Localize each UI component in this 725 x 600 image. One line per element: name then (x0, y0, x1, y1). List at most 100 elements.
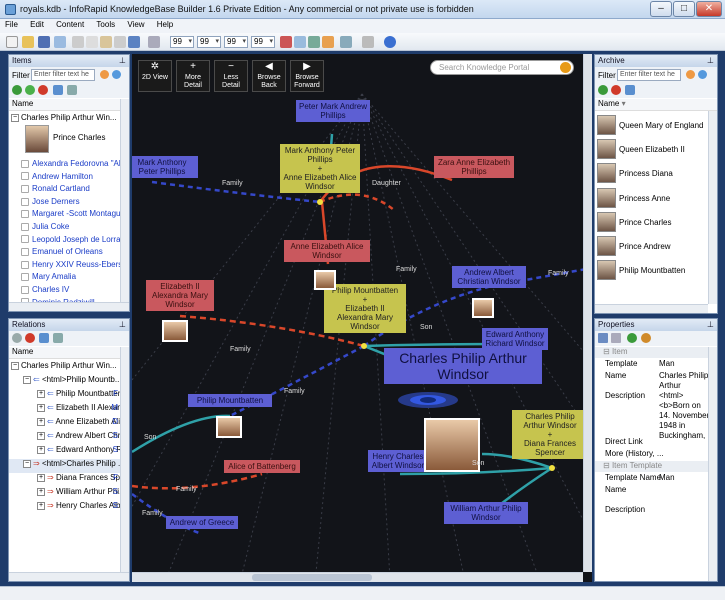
relations-group-1[interactable]: −⇐ <html>Philip Mountb...S (9, 375, 129, 389)
property-value[interactable]: Man (659, 473, 713, 483)
property-row[interactable]: Template Man (595, 359, 708, 371)
expand-icon[interactable]: + (37, 445, 45, 454)
relation-item[interactable]: + ⇐ Andrew Albert Chr... S (9, 431, 129, 445)
node-andrew-windsor[interactable]: Andrew Albert Christian Windsor (452, 266, 526, 288)
items-child[interactable]: Prince Charles (53, 133, 129, 147)
relation-item[interactable]: + ⇐ Edward Anthony Ri... S (9, 445, 129, 459)
archive-vscroll[interactable] (708, 111, 717, 304)
export-icon[interactable] (322, 36, 334, 48)
search-icon[interactable] (560, 62, 571, 73)
relations-group-2[interactable]: −⇒ <html>Charles Philip ...S (9, 459, 129, 473)
open-icon[interactable] (22, 36, 34, 48)
filter-icon[interactable] (280, 36, 292, 48)
archive-item[interactable]: Princess Anne (595, 186, 708, 210)
depth-field-4[interactable]: 99 (251, 36, 275, 48)
node-mark-phillips[interactable]: Mark Anthony Peter Phillips (132, 156, 198, 178)
2d-view-button[interactable]: ✲ 2D View (138, 60, 172, 92)
node-peter-phillips[interactable]: Peter Mark Andrew Phillips (296, 100, 370, 122)
template-property-row[interactable]: Template Name Man (595, 473, 708, 485)
add-relation-icon[interactable] (12, 333, 22, 343)
archive-item[interactable]: Queen Elizabeth II (595, 137, 708, 161)
pin-icon[interactable]: ⊥ (119, 319, 126, 331)
properties-vscroll[interactable] (708, 347, 717, 581)
edit-archive-icon[interactable] (625, 85, 635, 95)
relations-col-header[interactable]: NameR (9, 347, 129, 359)
node-andrew-greece[interactable]: Andrew of Greece (166, 516, 238, 529)
browse-back-button[interactable]: ◀ Browse Back (252, 60, 286, 92)
expand-icon[interactable]: + (37, 487, 45, 496)
browse-forward-button[interactable]: ▶ Browse Forward (290, 60, 324, 92)
knowledge-portal-search[interactable]: Search Knowledge Portal (430, 60, 574, 75)
property-value[interactable]: Man (659, 359, 713, 369)
menu-tools[interactable]: Tools (91, 19, 120, 30)
add-property-icon[interactable] (627, 333, 637, 343)
edit-item-icon[interactable] (53, 85, 63, 95)
pin-icon[interactable]: ⊥ (707, 319, 714, 331)
edit-relation-icon[interactable] (39, 333, 49, 343)
link-icon[interactable] (294, 36, 306, 48)
archive-col-header[interactable]: Name ▾ (595, 99, 717, 111)
template-property-row[interactable]: Name (595, 485, 708, 497)
relation-item[interactable]: + ⇒ William Arthur Phi... S (9, 487, 129, 501)
close-icon[interactable]: ✕ (696, 1, 722, 17)
new-icon[interactable] (6, 36, 18, 48)
property-value[interactable]: Charles Philip Arthur (659, 371, 713, 391)
relation-item[interactable]: + ⇐ Elizabeth II Alexan... M (9, 403, 129, 417)
filter-search-icon[interactable] (698, 70, 707, 79)
minimize-icon[interactable]: – (650, 1, 672, 17)
help-icon[interactable] (384, 36, 396, 48)
filter-clear-icon[interactable] (686, 70, 695, 79)
filter-clear-icon[interactable] (100, 70, 109, 79)
graph-vscroll[interactable] (583, 54, 592, 572)
menu-file[interactable]: File (0, 19, 23, 30)
items-vscroll[interactable] (120, 99, 129, 302)
expand-icon[interactable]: + (37, 403, 45, 412)
print-icon[interactable] (308, 36, 320, 48)
category-item-template[interactable]: ⊟ Item Template (595, 461, 708, 472)
relation-item[interactable]: + ⇐ Anne Elizabeth Ali... D (9, 417, 129, 431)
alphabetical-icon[interactable] (611, 333, 621, 343)
archive-item[interactable]: Prince Charles (595, 210, 708, 234)
depth-field-2[interactable]: 99 (197, 36, 221, 48)
more-detail-button[interactable]: + More Detail (176, 60, 210, 92)
archive-hscroll[interactable] (595, 304, 708, 313)
add-archive-icon[interactable] (598, 85, 608, 95)
relation-item[interactable]: + ⇒ Diana Frances Spe... F (9, 473, 129, 487)
node-mark-anne[interactable]: Mark Anthony Peter Phillips + Anne Eliza… (280, 144, 360, 193)
categorized-icon[interactable] (598, 333, 608, 343)
node-philip-mountbatten[interactable]: Philip Mountbatten (188, 394, 272, 407)
node-william-windsor[interactable]: William Arthur Philip Windsor (444, 502, 528, 524)
pin-icon[interactable]: ⊥ (707, 55, 714, 67)
relation-item[interactable]: + ⇐ Philip Mountbatten F (9, 389, 129, 403)
menu-content[interactable]: Content (51, 19, 89, 30)
delete-archive-icon[interactable] (611, 85, 621, 95)
pin-icon[interactable]: ⊥ (119, 55, 126, 67)
node-zara-phillips[interactable]: Zara Anne Elizabeth Phillips (434, 156, 514, 178)
archive-item[interactable]: Prince Andrew (595, 234, 708, 258)
expand-icon[interactable]: + (37, 473, 45, 482)
property-row[interactable]: More (History, ... (595, 449, 708, 461)
delete-icon[interactable] (114, 36, 126, 48)
graph-canvas[interactable]: ✲ 2D View + More Detail − Less Detail ◀ Brow… (132, 54, 592, 582)
settings-icon[interactable] (340, 36, 352, 48)
template-property-row[interactable]: Description (595, 505, 708, 517)
add-child-icon[interactable] (25, 85, 35, 95)
paste-icon[interactable] (100, 36, 112, 48)
zoom-icon[interactable] (362, 36, 374, 48)
items-col-header[interactable]: Name (9, 99, 129, 111)
property-value[interactable]: <html> <b>Born on 14. November 1948 in B… (659, 391, 713, 441)
save-icon[interactable] (38, 36, 50, 48)
graph-hscroll[interactable] (132, 572, 583, 582)
archive-item[interactable]: Princess Diana (595, 161, 708, 185)
node-henry-windsor[interactable]: Henry Charles Albert Windsor (368, 450, 428, 472)
view-relation-icon[interactable] (53, 333, 63, 343)
relation-item[interactable]: + ⇒ Henry Charles Alb... S (9, 501, 129, 515)
category-item[interactable]: ⊟ Item (595, 347, 708, 358)
archive-filter-input[interactable]: Enter filter text he (617, 69, 681, 81)
menu-view[interactable]: View (122, 19, 149, 30)
menu-edit[interactable]: Edit (25, 19, 49, 30)
relations-root[interactable]: − Charles Philip Arthur Win... (9, 361, 129, 375)
depth-field-1[interactable]: 99 (170, 36, 194, 48)
property-row[interactable]: Direct Link (595, 437, 708, 449)
archive-item[interactable]: Philip Mountbatten (595, 258, 708, 282)
